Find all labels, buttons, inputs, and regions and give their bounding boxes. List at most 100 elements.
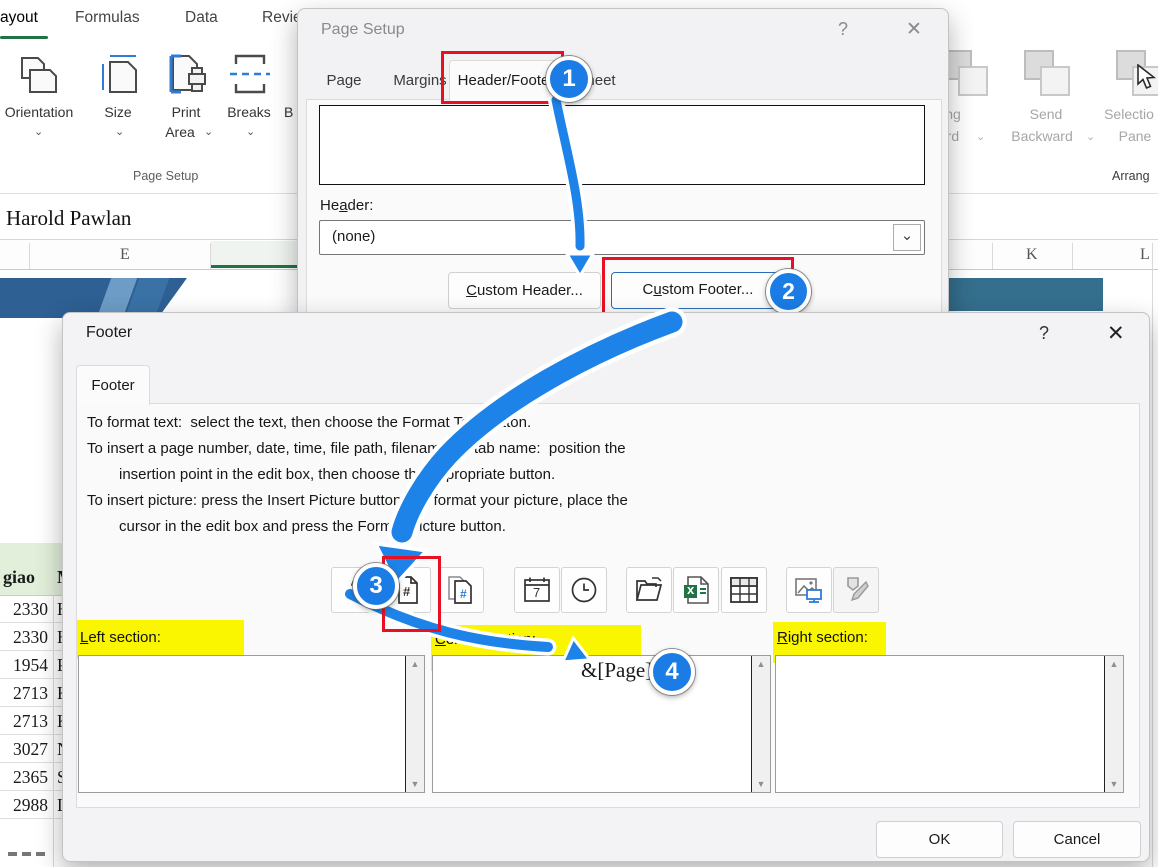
column-header-e[interactable]: E	[120, 246, 130, 264]
table-row[interactable]: 2713K	[0, 679, 70, 707]
table-row[interactable]: 2330H	[0, 595, 70, 623]
selected-column-header[interactable]	[211, 241, 297, 266]
table-row[interactable]: 3027N	[0, 735, 70, 763]
header-preview-box	[319, 105, 925, 185]
insert-number-of-pages-button[interactable]: #	[438, 567, 484, 613]
chevron-down-icon: ⌄	[976, 133, 985, 141]
page-setup-group-label: Page Setup	[133, 169, 198, 183]
clipped-row-fragment	[8, 852, 17, 856]
table-row[interactable]: 2713K	[0, 707, 70, 735]
step-badge-2: 2	[766, 269, 811, 314]
center-section-input[interactable]: &[Page] ▲▼	[432, 655, 771, 793]
scroll-up-icon[interactable]: ▲	[1110, 659, 1119, 669]
insert-picture-icon	[795, 576, 823, 604]
column-header-l[interactable]: L	[1140, 246, 1150, 264]
chevron-down-icon: ⌄	[34, 128, 43, 136]
table-row[interactable]: 1954P	[0, 651, 70, 679]
instruction-line: To format text: select the text, then ch…	[87, 414, 531, 431]
left-section-label: Left section:	[80, 629, 161, 646]
insert-picture-button[interactable]	[786, 567, 832, 613]
insert-time-button[interactable]	[561, 567, 607, 613]
scroll-down-icon[interactable]: ▼	[757, 779, 766, 789]
scrollbar[interactable]: ▲▼	[751, 656, 770, 792]
chevron-down-icon: ⌄	[204, 128, 213, 136]
scrollbar[interactable]: ▲▼	[1104, 656, 1123, 792]
tab-footer[interactable]: Footer	[76, 365, 150, 405]
ribbon-tab-page-layout[interactable]: ayout	[0, 9, 38, 27]
ribbon-tab-data[interactable]: Data	[185, 9, 218, 27]
chevron-down-icon: ⌄	[115, 128, 124, 136]
selection-pane-button[interactable]: Selectio Pane	[1100, 48, 1158, 148]
custom-header-button[interactable]: Custom Header...	[448, 272, 601, 309]
size-button[interactable]: Size ⌄	[90, 48, 146, 148]
sheet-rows: 2330H 2330H 1954P 2713K 2713K 3027N 2365…	[0, 595, 70, 843]
table-row[interactable]: 2330H	[0, 623, 70, 651]
background-button-cut[interactable]: B	[284, 104, 293, 120]
file-name-icon: x	[683, 576, 709, 604]
scroll-up-icon[interactable]: ▲	[411, 659, 420, 669]
formula-bar-value[interactable]: Harold Pawlan	[6, 206, 131, 231]
orientation-icon	[16, 52, 62, 98]
tab-page[interactable]: Page	[311, 62, 377, 99]
instruction-line: To insert a page number, date, time, fil…	[87, 440, 626, 457]
print-area-icon	[163, 52, 209, 98]
chevron-down-icon: ⌄	[1086, 133, 1095, 141]
left-section-input[interactable]: ▲▼	[78, 655, 425, 793]
step-badge-3: 3	[353, 563, 399, 609]
sheet-header-cell[interactable]: giao M	[0, 543, 70, 596]
arrange-group-label: Arrang	[1112, 169, 1150, 183]
scroll-up-icon[interactable]: ▲	[757, 659, 766, 669]
ok-button[interactable]: OK	[876, 821, 1003, 858]
ribbon-tab-formulas[interactable]: Formulas	[75, 9, 140, 27]
insert-file-path-button[interactable]	[626, 567, 672, 613]
grid-vline	[992, 243, 993, 269]
scroll-down-icon[interactable]: ▼	[411, 779, 420, 789]
scrollbar[interactable]: ▲▼	[405, 656, 424, 792]
insert-date-button[interactable]: 7	[514, 567, 560, 613]
chevron-down-icon[interactable]: ⌄	[893, 224, 921, 251]
ribbon-tab-review[interactable]: Revie	[262, 9, 302, 27]
date-icon: 7	[523, 576, 551, 604]
mouse-cursor-icon	[1136, 64, 1158, 90]
chart-bar-graphic	[948, 278, 1103, 311]
grid-vline	[29, 243, 30, 269]
instruction-line: cursor in the edit box and press the For…	[119, 518, 506, 535]
orientation-button[interactable]: Orientation ⌄	[0, 48, 78, 148]
send-backward-icon	[1024, 50, 1068, 96]
chevron-down-icon: ⌄	[246, 128, 255, 136]
right-section-input[interactable]: ▲▼	[775, 655, 1124, 793]
clipped-row-fragment	[36, 852, 45, 856]
size-icon	[98, 52, 142, 98]
footer-dialog: Footer ? ✕ Footer To format text: select…	[62, 312, 1150, 862]
table-row[interactable]: 2988L	[0, 791, 70, 819]
print-area-button[interactable]: Print Area ⌄	[155, 48, 217, 148]
selected-column-underline	[211, 265, 297, 268]
insert-file-name-button[interactable]: x	[673, 567, 719, 613]
scroll-down-icon[interactable]: ▼	[1110, 779, 1119, 789]
page-setup-dialog-title: Page Setup	[321, 21, 405, 39]
close-button[interactable]: ✕	[906, 18, 922, 41]
instruction-line: insertion point in the edit box, then ch…	[119, 466, 555, 483]
center-section-value: &[Page]	[581, 658, 652, 683]
step-badge-1: 1	[546, 56, 592, 102]
clipped-row-fragment	[22, 852, 31, 856]
send-backward-button[interactable]: Send Backward ⌄	[1000, 48, 1092, 148]
center-section-label: Center section:	[435, 631, 536, 648]
table-row[interactable]: 2365S	[0, 763, 70, 791]
cancel-button[interactable]: Cancel	[1013, 821, 1141, 858]
breaks-button[interactable]: Breaks ⌄	[222, 48, 276, 148]
format-picture-icon	[842, 576, 870, 604]
sheet-name-icon	[730, 577, 758, 603]
help-button[interactable]: ?	[838, 19, 848, 40]
grid-vline	[1072, 243, 1073, 269]
column-header-k[interactable]: K	[1026, 246, 1038, 264]
header-cell-text: giao	[3, 567, 35, 588]
screenshot-canvas: ayout Formulas Data Revie Orientation ⌄ …	[0, 0, 1158, 867]
insert-sheet-name-button[interactable]	[721, 567, 767, 613]
help-button[interactable]: ?	[1039, 323, 1049, 344]
header-dropdown[interactable]: (none) ⌄	[319, 220, 925, 255]
format-picture-button[interactable]	[833, 567, 879, 613]
close-button[interactable]: ✕	[1107, 321, 1125, 346]
header-label: Header:	[320, 197, 373, 214]
step-badge-4: 4	[649, 649, 695, 695]
